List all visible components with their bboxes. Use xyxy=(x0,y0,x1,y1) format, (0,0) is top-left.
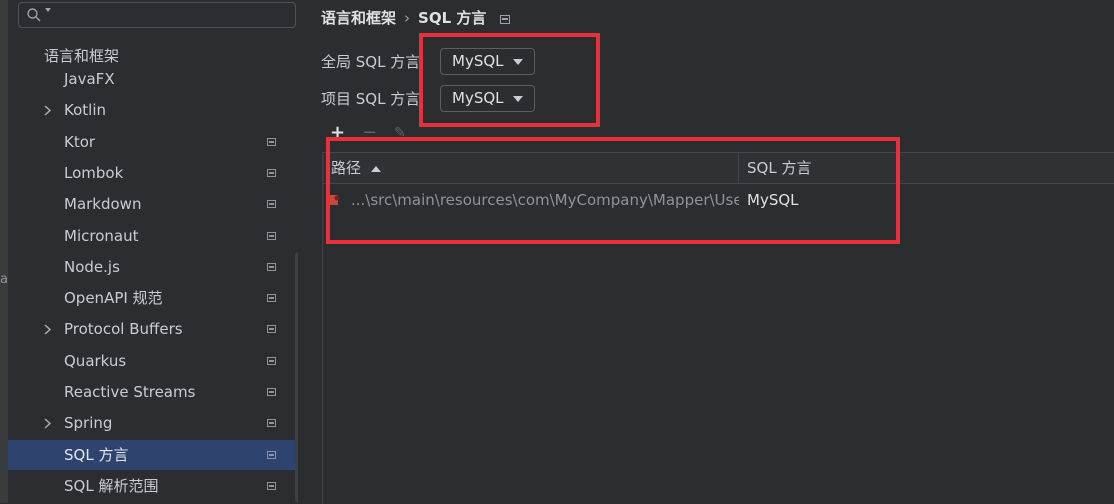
project-scope-icon xyxy=(267,388,276,396)
sidebar-item-label: Spring xyxy=(64,414,113,433)
chevron-right-icon[interactable] xyxy=(44,95,52,126)
sidebar-item[interactable]: Reactive Streams xyxy=(8,377,298,407)
highlight-box-dialect-selects xyxy=(419,33,600,127)
sidebar-item-label: Node.js xyxy=(64,257,120,276)
search-history-chevron-icon[interactable] xyxy=(45,8,51,12)
sidebar-item-label: Lombok xyxy=(64,163,124,182)
breadcrumb-separator: › xyxy=(404,9,411,27)
project-scope-icon xyxy=(267,168,276,177)
project-scope-icon xyxy=(267,200,276,209)
sidebar-item[interactable]: Node.js xyxy=(8,252,298,282)
sidebar-item-label: SQL 解析范围 xyxy=(64,476,159,495)
project-scope-icon xyxy=(267,262,276,271)
sidebar-item-label: Kotlin xyxy=(64,101,106,120)
sidebar-item-label: SQL 方言 xyxy=(64,445,129,464)
sidebar-item[interactable]: Quarkus xyxy=(8,346,298,376)
sidebar-item-label: Quarkus xyxy=(64,351,127,370)
settings-search-input[interactable] xyxy=(18,2,296,28)
sidebar-item-label: Ktor xyxy=(64,132,96,151)
sidebar-item[interactable]: SQL 解析范围 xyxy=(8,471,298,501)
chevron-right-icon[interactable] xyxy=(44,408,52,439)
highlight-box-mapping-row xyxy=(326,137,900,244)
project-scope-icon xyxy=(267,481,276,490)
breadcrumb-parent[interactable]: 语言和框架 xyxy=(321,9,396,27)
breadcrumb-current: SQL 方言 xyxy=(418,9,487,27)
settings-content: 语言和框架 › SQL 方言 全局 SQL 方言 MySQL 项目 SQL 方言 M… xyxy=(298,0,1114,504)
sidebar-item[interactable]: Kotlin xyxy=(8,95,298,125)
project-scope-icon xyxy=(267,231,276,240)
chevron-right-icon[interactable] xyxy=(44,314,52,345)
sidebar-item-label: Micronaut xyxy=(64,226,139,245)
breadcrumb: 语言和框架 › SQL 方言 xyxy=(321,7,511,28)
sidebar-item[interactable]: Markdown xyxy=(8,189,298,219)
sidebar-item[interactable]: Micronaut xyxy=(8,221,298,251)
settings-sidebar: 语言和框架 JavaFX Kotlin Ktor Lombok Markdown Micr… xyxy=(8,0,303,503)
background-window-edge xyxy=(0,0,8,503)
sidebar-item-label: Protocol Buffers xyxy=(64,320,183,339)
global-dialect-label: 全局 SQL 方言 xyxy=(321,53,421,71)
project-scope-icon xyxy=(267,325,276,334)
sidebar-item-label: Reactive Streams xyxy=(64,383,196,401)
project-scope-icon xyxy=(267,450,276,459)
project-scope-icon xyxy=(500,15,511,24)
project-scope-icon xyxy=(267,137,276,146)
sidebar-item[interactable]: Spring xyxy=(8,408,298,438)
project-dialect-label: 项目 SQL 方言 xyxy=(321,90,421,108)
sidebar-item[interactable]: Protocol Buffers xyxy=(8,314,298,344)
sidebar-item[interactable]: JavaFX xyxy=(8,64,298,94)
project-scope-icon xyxy=(267,294,276,303)
sidebar-group-title: 语言和框架 xyxy=(44,47,120,65)
sidebar-item-label: OpenAPI 规范 xyxy=(64,289,163,308)
sidebar-item[interactable]: OpenAPI 规范 xyxy=(8,283,298,313)
project-scope-icon xyxy=(267,356,276,365)
sidebar-item-label: JavaFX xyxy=(64,70,115,88)
search-icon xyxy=(27,8,41,22)
project-scope-icon xyxy=(267,419,276,428)
sidebar-item[interactable]: SQL 方言 xyxy=(8,439,298,470)
sidebar-item[interactable]: Lombok xyxy=(8,158,298,188)
sidebar-item[interactable]: Ktor xyxy=(8,127,298,157)
sidebar-item-label: Markdown xyxy=(64,195,142,214)
